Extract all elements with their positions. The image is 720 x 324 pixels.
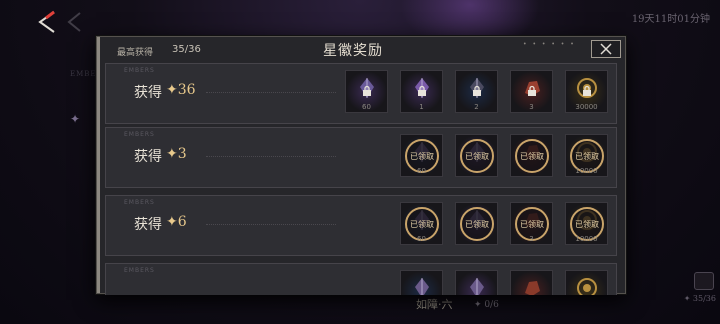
star-reward-dialog: 最高获得 35/36 星徽奖励 • • • • • • EMBERS 获得 ✦36 6… — [96, 36, 626, 295]
reward-row: EMBERS 获得 ✦6 已领取 60 已领取 已领取 3 已领取 10000 — [105, 195, 617, 256]
item-quantity: 30000 — [575, 103, 598, 111]
dialog-title: 星徽奖励 — [323, 43, 383, 59]
chest-icon[interactable] — [694, 272, 714, 290]
row-obtain-label: 获得 — [134, 85, 162, 101]
reward-row: EMBERS 获得 ✦36 60 1 2 3 30000 — [105, 63, 617, 124]
purple-crystal-icon — [470, 278, 484, 295]
lock-icon — [363, 85, 371, 96]
reward-item-slot[interactable]: 3 — [510, 70, 553, 113]
gold-coin-icon — [577, 278, 597, 295]
lock-icon — [528, 85, 536, 96]
row-star-requirement: ✦6 — [166, 214, 187, 230]
reward-item-slot[interactable]: 1 — [400, 70, 443, 113]
row-divider — [206, 156, 336, 157]
reward-item-slot[interactable] — [565, 270, 608, 295]
reward-items: 60 1 2 3 30000 — [345, 70, 608, 113]
reward-row: EMBERS 获得 ✦3 已领取 60 已领取 已领取 已领取 10000 — [105, 127, 617, 188]
lock-icon — [473, 85, 481, 96]
reward-item-slot[interactable]: 2 — [455, 70, 498, 113]
stage-label: 如障·六 — [416, 298, 453, 311]
red-ore-icon — [525, 281, 540, 295]
event-timer: 19天11时01分钟 — [631, 14, 710, 25]
row-obtain-label: 获得 — [134, 217, 162, 233]
row-embers-label: EMBERS — [124, 67, 155, 74]
dialog-header: 最高获得 35/36 星徽奖励 • • • • • • — [97, 37, 625, 63]
item-quantity: 10000 — [575, 167, 598, 175]
claimed-badge: 已领取 — [515, 139, 549, 173]
reward-item-slot[interactable]: 30000 — [565, 70, 608, 113]
reward-item-slot[interactable]: 60 — [345, 70, 388, 113]
item-quantity: 3 — [529, 235, 534, 243]
reward-item-slot[interactable]: 已领取 10000 — [565, 134, 608, 177]
reward-item-slot[interactable]: 已领取 — [455, 202, 498, 245]
lock-icon — [583, 85, 591, 96]
blue-crystal-icon — [415, 278, 429, 295]
item-quantity: 60 — [362, 103, 371, 111]
row-star-requirement: ✦36 — [166, 82, 196, 98]
row-embers-label: EMBERS — [124, 131, 155, 138]
close-icon — [600, 43, 612, 55]
item-quantity: 10000 — [575, 235, 598, 243]
reward-item-slot[interactable]: 已领取 — [455, 134, 498, 177]
reward-items: 已领取 60 已领取 已领取 3 已领取 10000 — [400, 202, 608, 245]
reward-item-slot[interactable]: 已领取 60 — [400, 134, 443, 177]
item-quantity: 1 — [419, 103, 424, 111]
reward-item-slot[interactable] — [400, 270, 443, 295]
reward-item-slot[interactable]: 已领取 — [510, 134, 553, 177]
back-arrow-icon[interactable] — [34, 8, 62, 36]
header-dots-decoration: • • • • • • — [523, 41, 576, 48]
item-quantity: 60 — [417, 167, 426, 175]
reward-item-slot[interactable] — [455, 270, 498, 295]
stage-star-count: ✦ 0/6 — [474, 300, 499, 310]
row-divider — [206, 92, 336, 93]
row-embers-label: EMBERS — [124, 199, 155, 206]
close-button[interactable] — [591, 40, 621, 58]
row-embers-label: EMBERS — [124, 267, 155, 274]
row-divider — [206, 224, 336, 225]
best-obtained-value: 35/36 — [172, 44, 201, 55]
row-obtain-label: 获得 — [134, 149, 162, 165]
reward-items — [400, 270, 608, 295]
reward-row: EMBERS — [105, 263, 617, 295]
reward-items: 已领取 60 已领取 已领取 已领取 10000 — [400, 134, 608, 177]
reward-item-slot[interactable]: 已领取 3 — [510, 202, 553, 245]
best-obtained-label: 最高获得 — [117, 48, 154, 58]
reward-item-slot[interactable] — [510, 270, 553, 295]
item-quantity: 2 — [474, 103, 479, 111]
item-quantity: 3 — [529, 103, 534, 111]
home-arrow-icon[interactable] — [64, 10, 86, 34]
reward-item-slot[interactable]: 已领取 60 — [400, 202, 443, 245]
item-quantity: 60 — [417, 235, 426, 243]
reward-item-slot[interactable]: 已领取 10000 — [565, 202, 608, 245]
star-icon: ✦ — [70, 112, 81, 126]
lock-icon — [418, 85, 426, 96]
dialog-left-accent — [97, 37, 100, 293]
claimed-badge: 已领取 — [460, 139, 494, 173]
claimed-badge: 已领取 — [460, 207, 494, 241]
reward-list[interactable]: EMBERS 获得 ✦36 60 1 2 3 30000 EMBERS 获得 ✦3 已领取 60 已领取已… — [105, 63, 617, 295]
star-progress: ✦ 35/36 — [683, 294, 716, 303]
row-star-requirement: ✦3 — [166, 146, 187, 162]
